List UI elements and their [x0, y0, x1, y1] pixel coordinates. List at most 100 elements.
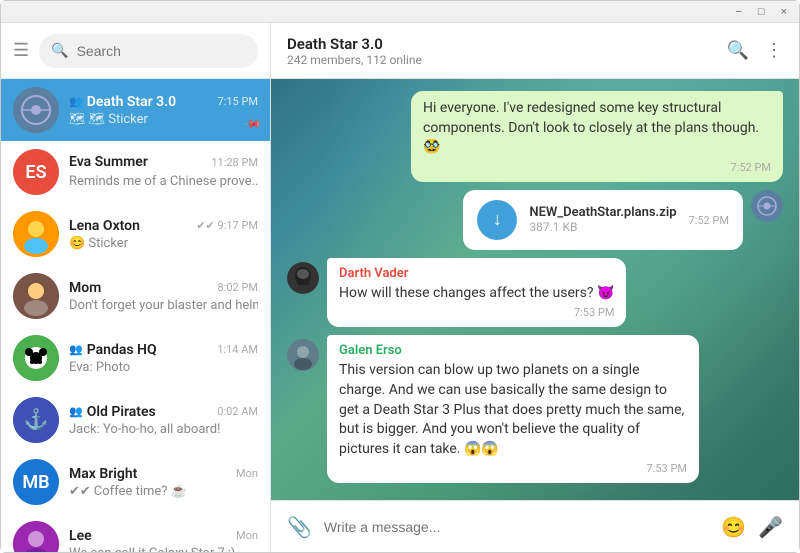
chat-info-max-bright: Max Bright Mon ✔✔ Coffee time? ☕: [69, 466, 258, 499]
hamburger-icon[interactable]: ☰: [13, 40, 29, 61]
msg-time-galen: 7:53 PM: [339, 462, 687, 475]
search-input[interactable]: [77, 43, 246, 59]
chat-name-lena-oxton: Lena Oxton: [69, 218, 140, 234]
msg-bubble-outgoing-1: Hi everyone. I've redesigned some key st…: [411, 91, 783, 182]
chat-header: Death Star 3.0 242 members, 112 online 🔍…: [271, 23, 799, 79]
chat-time-eva-summer: 11:28 PM: [211, 156, 258, 169]
chat-item-pandas-hq[interactable]: 👥 Pandas HQ 1:14 AM Eva: Photo: [1, 327, 270, 389]
chat-info-pandas-hq: 👥 Pandas HQ 1:14 AM Eva: Photo: [69, 342, 258, 375]
chat-header-name: Death Star 3.0: [287, 35, 422, 53]
message-input[interactable]: [324, 519, 709, 535]
chat-info-death-star: 👥 Death Star 3.0 7:15 PM 🗺 🗺 Sticker: [69, 94, 258, 127]
chat-item-old-pirates[interactable]: ⚓ 👥 Old Pirates 0:02 AM Jack: Yo-ho-ho, …: [1, 389, 270, 451]
chat-item-lena-oxton[interactable]: Lena Oxton ✔✔ 9:17 PM 😊 Sticker: [1, 203, 270, 265]
chat-item-mom[interactable]: Mom 8:02 PM Don't forget your blaster an…: [1, 265, 270, 327]
emoji-icon[interactable]: 😊: [721, 515, 746, 539]
file-name: NEW_DeathStar.plans.zip: [529, 205, 676, 220]
msg-row-sticker: [287, 491, 783, 500]
msg-text-darth: How will these changes affect the users?…: [339, 284, 614, 304]
chat-info-eva-summer: Eva Summer 11:28 PM Reminds me of a Chin…: [69, 154, 258, 190]
chat-time-old-pirates: 0:02 AM: [217, 405, 258, 418]
msg-time-1: 7:52 PM: [423, 161, 771, 174]
chat-preview-max-bright: ✔✔ Coffee time? ☕: [69, 484, 258, 499]
chat-name-pandas-hq: 👥 Pandas HQ: [69, 342, 157, 358]
msg-sender-darth: Darth Vader: [339, 266, 614, 281]
file-info: NEW_DeathStar.plans.zip 387.1 KB: [529, 205, 676, 234]
chat-time-mom: 8:02 PM: [218, 281, 258, 294]
avatar-pandas-hq: [13, 335, 59, 381]
svg-text:⚓: ⚓: [24, 407, 49, 431]
chat-info-old-pirates: 👥 Old Pirates 0:02 AM Jack: Yo-ho-ho, al…: [69, 404, 258, 437]
close-button[interactable]: ×: [777, 6, 791, 18]
msg-row-darth: Darth Vader How will these changes affec…: [287, 258, 783, 328]
maximize-button[interactable]: □: [754, 6, 769, 18]
chat-item-eva-summer[interactable]: ES Eva Summer 11:28 PM Reminds me of a C…: [1, 141, 270, 203]
chat-preview-lena-oxton: 😊 Sticker: [69, 236, 258, 251]
avatar-lee: [13, 521, 59, 552]
attach-icon[interactable]: 📎: [287, 515, 312, 539]
chat-name-eva-summer: Eva Summer: [69, 154, 148, 170]
chat-name-mom: Mom: [69, 280, 101, 296]
avatar-old-pirates: ⚓: [13, 397, 59, 443]
chat-preview-pandas-hq: Eva: Photo: [69, 360, 258, 375]
chat-list: 👥 Death Star 3.0 7:15 PM 🗺 🗺 Sticker 📌 E…: [1, 79, 270, 552]
input-area: 📎 😊 🎤: [271, 500, 799, 552]
sender-avatar-file: [751, 190, 783, 222]
chat-name-death-star: 👥 Death Star 3.0: [69, 94, 176, 110]
avatar-mom: [13, 273, 59, 319]
chat-preview-death-star: 🗺 🗺 Sticker: [69, 112, 258, 127]
chat-header-info: Death Star 3.0 242 members, 112 online: [287, 35, 422, 67]
mic-icon[interactable]: 🎤: [758, 515, 783, 539]
chat-time-max-bright: Mon: [236, 467, 258, 480]
file-time: 7:52 PM: [689, 214, 729, 227]
file-size: 387.1 KB: [529, 220, 676, 234]
chat-header-actions: 🔍 ⋮: [727, 40, 783, 61]
chat-name-lee: Lee: [69, 528, 92, 544]
chat-time-lena-oxton: ✔✔ 9:17 PM: [196, 219, 258, 232]
chat-time-pandas-hq: 1:14 AM: [217, 343, 258, 356]
chat-item-death-star[interactable]: 👥 Death Star 3.0 7:15 PM 🗺 🗺 Sticker 📌: [1, 79, 270, 141]
chat-header-status: 242 members, 112 online: [287, 53, 422, 67]
sender-avatar-galen: [287, 339, 319, 371]
chat-item-max-bright[interactable]: MB Max Bright Mon ✔✔ Coffee time? ☕: [1, 451, 270, 513]
avatar-lena-oxton: [13, 211, 59, 257]
file-download-button[interactable]: ↓: [477, 200, 517, 240]
sidebar: ☰ 🔍 👥 Death Star 3.0 7:15 P: [1, 23, 271, 552]
chat-time-lee: Mon: [236, 529, 258, 542]
chat-info-mom: Mom 8:02 PM Don't forget your blaster an…: [69, 280, 258, 313]
search-box[interactable]: 🔍: [39, 34, 258, 68]
chat-area: Death Star 3.0 242 members, 112 online 🔍…: [271, 23, 799, 552]
minimize-button[interactable]: −: [731, 6, 745, 18]
search-icon: 🔍: [51, 43, 68, 59]
chat-name-old-pirates: 👥 Old Pirates: [69, 404, 156, 420]
chat-name-max-bright: Max Bright: [69, 466, 137, 482]
msg-text-1: Hi everyone. I've redesigned some key st…: [423, 99, 771, 158]
sidebar-header: ☰ 🔍: [1, 23, 270, 79]
msg-text-galen: This version can blow up two planets on …: [339, 361, 687, 459]
sticker-bubble: [327, 491, 527, 500]
msg-time-darth: 7:53 PM: [339, 306, 614, 319]
chat-preview-lee: We can call it Galaxy Star 7 ;): [69, 546, 258, 553]
chat-time-death-star: 7:15 PM: [218, 95, 258, 108]
msg-row-galen: Galen Erso This version can blow up two …: [287, 335, 783, 483]
sender-avatar-darth: [287, 262, 319, 294]
file-bubble: ↓ NEW_DeathStar.plans.zip 387.1 KB 7:52 …: [463, 190, 743, 250]
messages-area: Hi everyone. I've redesigned some key st…: [271, 79, 799, 500]
chat-item-lee[interactable]: Lee Mon We can call it Galaxy Star 7 ;): [1, 513, 270, 552]
search-chat-icon[interactable]: 🔍: [727, 40, 749, 61]
title-bar: − □ ×: [1, 1, 799, 23]
chat-info-lena-oxton: Lena Oxton ✔✔ 9:17 PM 😊 Sticker: [69, 218, 258, 251]
msg-row-1: Hi everyone. I've redesigned some key st…: [287, 91, 783, 182]
chat-preview-eva-summer: Reminds me of a Chinese prove... 2: [69, 172, 258, 190]
app-body: ☰ 🔍 👥 Death Star 3.0 7:15 P: [1, 23, 799, 552]
msg-bubble-galen: Galen Erso This version can blow up two …: [327, 335, 699, 483]
msg-sender-galen: Galen Erso: [339, 343, 687, 358]
more-options-icon[interactable]: ⋮: [765, 40, 783, 61]
chat-info-lee: Lee Mon We can call it Galaxy Star 7 ;): [69, 528, 258, 553]
avatar-eva-summer: ES: [13, 149, 59, 195]
avatar-death-star: [13, 87, 59, 133]
msg-bubble-darth: Darth Vader How will these changes affec…: [327, 258, 626, 328]
msg-row-file: ↓ NEW_DeathStar.plans.zip 387.1 KB 7:52 …: [287, 190, 783, 250]
avatar-max-bright: MB: [13, 459, 59, 505]
chat-preview-mom: Don't forget your blaster and helmet: [69, 298, 258, 313]
